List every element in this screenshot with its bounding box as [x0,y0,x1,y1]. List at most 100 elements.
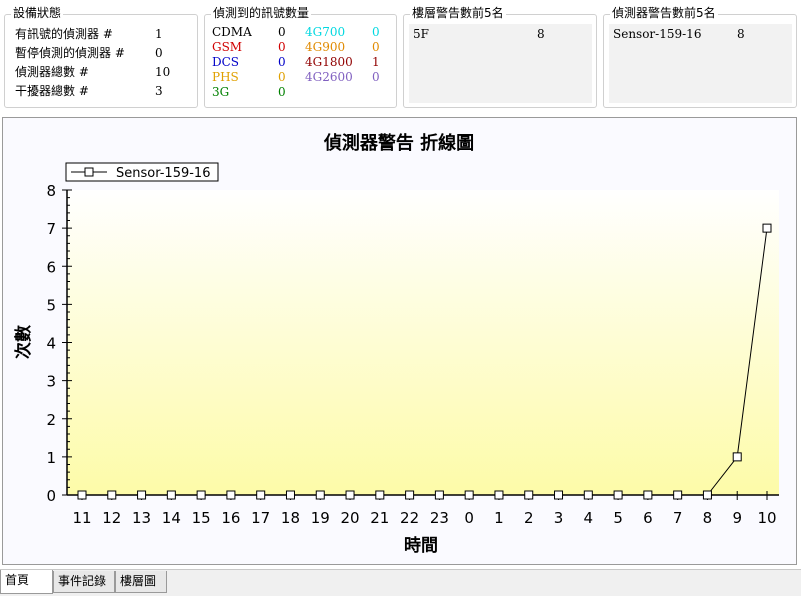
data-point [256,490,266,500]
status-label: 干擾器總數 # [15,84,89,98]
x-tick-label: 4 [584,509,594,527]
signal-counts-panel: 偵測到的訊號數量 CDMA 0 4G700 0 GSM 0 4G900 0 DCS 0 4G1800… [204,6,397,108]
status-value: 10 [155,65,171,79]
data-point [285,490,295,500]
y-tick-label: 7 [46,220,56,238]
signal-value: 0 [278,25,286,39]
status-value: 0 [155,46,163,60]
x-tick-label: 16 [221,509,240,527]
signal-value: 1 [372,55,380,69]
data-point [345,490,355,500]
data-point [554,490,564,500]
x-tick-label: 20 [340,509,359,527]
tab-label: 首頁 [5,573,30,587]
signal-name: 4G700 [305,25,346,39]
floor-name: 5F [413,27,429,41]
tab-label: 樓層圖 [120,574,157,588]
signal-value: 0 [278,55,286,69]
list-item[interactable]: Sensor-159-16 8 [613,26,791,42]
x-tick-label: 19 [311,509,330,527]
data-point [464,490,474,500]
x-tick-label: 2 [524,509,534,527]
x-tick-label: 7 [673,509,683,527]
signal-value: 0 [372,25,380,39]
sensor-top5-list[interactable]: Sensor-159-16 8 [609,24,792,103]
y-tick-label: 8 [46,182,56,200]
tab-floor-map[interactable]: 樓層圖 [115,571,167,593]
status-value: 1 [155,27,163,41]
plot-area [67,190,779,495]
y-tick-label: 1 [46,449,56,467]
x-tick-label: 1 [494,509,504,527]
sensor-name: Sensor-159-16 [613,27,702,41]
tab-event-log[interactable]: 事件記錄 [53,571,115,593]
sensor-top5-panel: 偵測器警告數前5名 Sensor-159-16 8 [603,6,797,108]
x-tick-label: 17 [251,509,270,527]
floor-top5-panel: 樓層警告數前5名 5F 8 [403,6,597,108]
y-tick-label: 4 [46,335,56,353]
data-point [137,490,147,500]
x-tick-label: 13 [132,509,151,527]
signal-name: CDMA [212,25,252,39]
data-point [405,490,415,500]
data-point [77,490,87,500]
signal-name: DCS [212,55,240,69]
data-point [375,490,385,500]
signal-value: 0 [372,70,380,84]
tab-bar: 首頁 事件記錄 樓層圖 [0,569,801,596]
list-item[interactable]: 5F 8 [413,26,591,42]
data-point [673,490,683,500]
signal-name: PHS [212,70,239,84]
x-axis-label: 時間 [404,535,438,556]
x-tick-label: 22 [400,509,419,527]
y-tick-label: 6 [46,258,56,276]
data-point [166,490,176,500]
status-label: 有訊號的偵測器 # [15,27,113,41]
data-point [196,490,206,500]
x-tick-label: 9 [732,509,742,527]
status-label: 偵測器總數 # [15,65,89,79]
tab-label: 事件記錄 [58,574,107,588]
tab-home[interactable]: 首頁 [0,570,53,594]
legend-label: Sensor-159-16 [116,166,210,181]
data-point [226,490,236,500]
device-status-title: 設備狀態 [11,6,64,20]
status-label: 暫停偵測的偵測器 # [15,46,125,60]
x-tick-label: 10 [757,509,776,527]
data-point [613,490,623,500]
x-tick-label: 12 [102,509,121,527]
data-point [702,490,712,500]
signal-counts-title: 偵測到的訊號數量 [211,6,312,20]
y-axis-label: 次數 [13,325,34,359]
y-tick-label: 3 [46,373,56,391]
signal-name: 3G [212,85,230,99]
floor-top5-list[interactable]: 5F 8 [409,24,592,103]
x-tick-label: 8 [703,509,713,527]
data-point [643,490,653,500]
signal-value: 0 [278,85,286,99]
signal-name: 4G900 [305,40,346,54]
floor-count: 8 [537,27,545,41]
data-point [762,223,772,233]
y-tick-label: 5 [46,296,56,314]
x-tick-label: 11 [72,509,91,527]
y-tick-label: 2 [46,411,56,429]
signal-name: GSM [212,40,243,54]
x-tick-label: 0 [464,509,474,527]
sensor-count: 8 [737,27,745,41]
x-tick-label: 18 [281,509,300,527]
x-tick-label: 21 [370,509,389,527]
signal-value: 0 [372,40,380,54]
line-chart-panel: 偵測器警告 折線圖 0 1 2 3 4 5 6 7 8 11 12 13 14 15 16 17 18 19 20 21… [2,117,797,565]
status-value: 3 [155,84,163,98]
device-status-panel: 設備狀態 有訊號的偵測器 # 1 暫停偵測的偵測器 # 0 偵測器總數 # 10… [4,6,198,108]
data-point [107,490,117,500]
data-point [434,490,444,500]
data-point [583,490,593,500]
x-tick-label: 14 [162,509,181,527]
data-point [732,452,742,462]
data-point [524,490,534,500]
signal-value: 0 [278,40,286,54]
legend-marker [84,167,94,177]
x-tick-label: 3 [554,509,564,527]
